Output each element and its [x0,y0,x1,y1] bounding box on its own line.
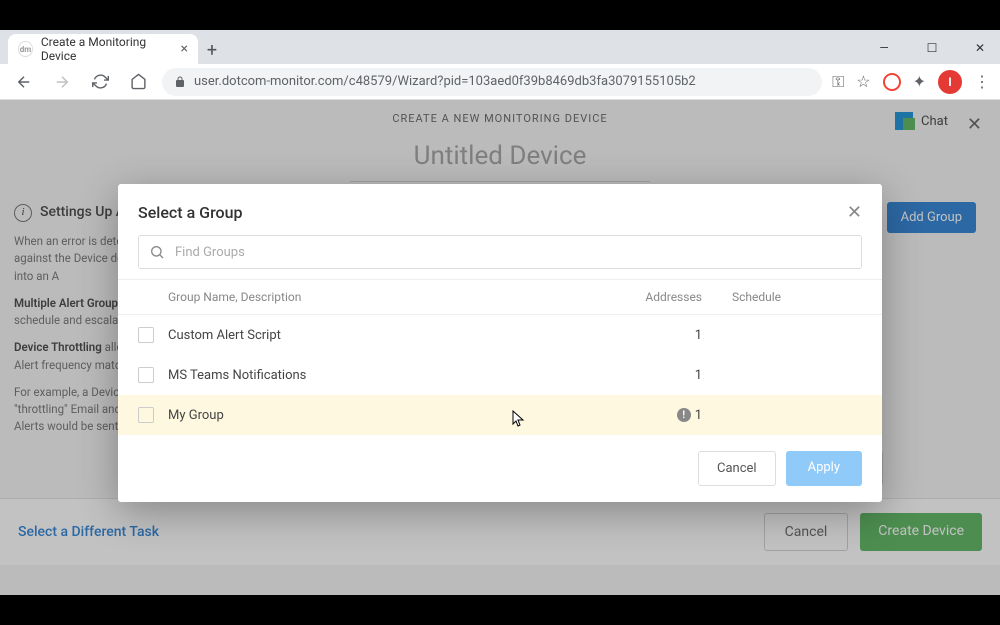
back-icon[interactable] [10,68,38,96]
search-placeholder: Find Groups [175,245,245,260]
favicon: dm [18,41,33,57]
row-checkbox[interactable] [138,407,154,423]
select-group-modal: Select a Group ✕ Find Groups Group Name,… [118,184,882,502]
profile-avatar[interactable]: I [938,70,962,94]
puzzle-icon[interactable]: ✦ [913,72,926,91]
chat-label: Chat [921,114,948,129]
info-icon: i [14,204,32,222]
row-addresses: 1 [612,328,702,343]
chat-icon [895,112,913,130]
table-row[interactable]: Custom Alert Script1 [118,315,882,355]
url-text: user.dotcom-monitor.com/c48579/Wizard?pi… [194,74,696,89]
help-title: Settings Up A [40,202,125,223]
close-tab-icon[interactable]: × [181,41,188,57]
modal-title: Select a Group [138,203,243,222]
maximize-icon[interactable]: ☐ [918,34,946,62]
address-bar[interactable]: user.dotcom-monitor.com/c48579/Wizard?pi… [162,68,822,96]
browser-tab[interactable]: dm Create a Monitoring Device × [8,34,198,64]
col-schedule: Schedule [702,290,862,304]
lock-icon [174,76,186,88]
row-name: Custom Alert Script [168,328,612,343]
add-group-button[interactable]: Add Group [887,202,976,233]
device-title[interactable]: Untitled Device [0,137,1000,181]
row-checkbox[interactable] [138,327,154,343]
reload-icon[interactable] [86,68,114,96]
row-name: MS Teams Notifications [168,368,612,383]
select-task-link[interactable]: Select a Different Task [18,524,159,540]
menu-icon[interactable]: ⋮ [974,72,990,91]
search-input[interactable]: Find Groups [138,235,862,269]
close-page-icon[interactable]: ✕ [967,114,982,135]
table-row[interactable]: My Group!1 [118,395,882,435]
table-row[interactable]: MS Teams Notifications1 [118,355,882,395]
help-p2b: Multiple Alert Groups [14,296,124,310]
row-name: My Group [168,408,612,423]
browser-tabstrip: dm Create a Monitoring Device × + — ☐ ✕ [0,30,1000,64]
help-p3b: Device Throttling [14,340,102,354]
warning-icon: ! [677,408,691,422]
chat-button[interactable]: Chat [895,112,948,130]
table-header: Group Name, Description Addresses Schedu… [118,279,882,315]
minimize-icon[interactable]: — [870,34,898,62]
browser-toolbar: user.dotcom-monitor.com/c48579/Wizard?pi… [0,64,1000,100]
modal-cancel-button[interactable]: Cancel [698,451,776,486]
home-icon[interactable] [124,68,152,96]
col-name: Group Name, Description [168,290,612,304]
search-icon [149,244,165,260]
tab-title: Create a Monitoring Device [41,35,173,63]
extension-icon[interactable] [883,73,901,91]
create-device-button[interactable]: Create Device [860,513,982,551]
col-addresses: Addresses [612,290,702,304]
row-addresses: 1 [612,368,702,383]
new-tab-button[interactable]: + [198,36,226,64]
row-checkbox[interactable] [138,367,154,383]
modal-apply-button[interactable]: Apply [786,451,862,486]
star-icon[interactable]: ☆ [856,72,870,91]
row-addresses: !1 [612,408,702,423]
key-icon[interactable]: ⚿ [832,72,844,92]
bottom-bar: Select a Different Task Cancel Create De… [0,498,1000,565]
forward-icon [48,68,76,96]
page-header: CREATE A NEW MONITORING DEVICE [0,100,1000,137]
close-modal-icon[interactable]: ✕ [847,202,862,223]
cancel-button[interactable]: Cancel [764,513,849,551]
close-window-icon[interactable]: ✕ [966,34,994,62]
